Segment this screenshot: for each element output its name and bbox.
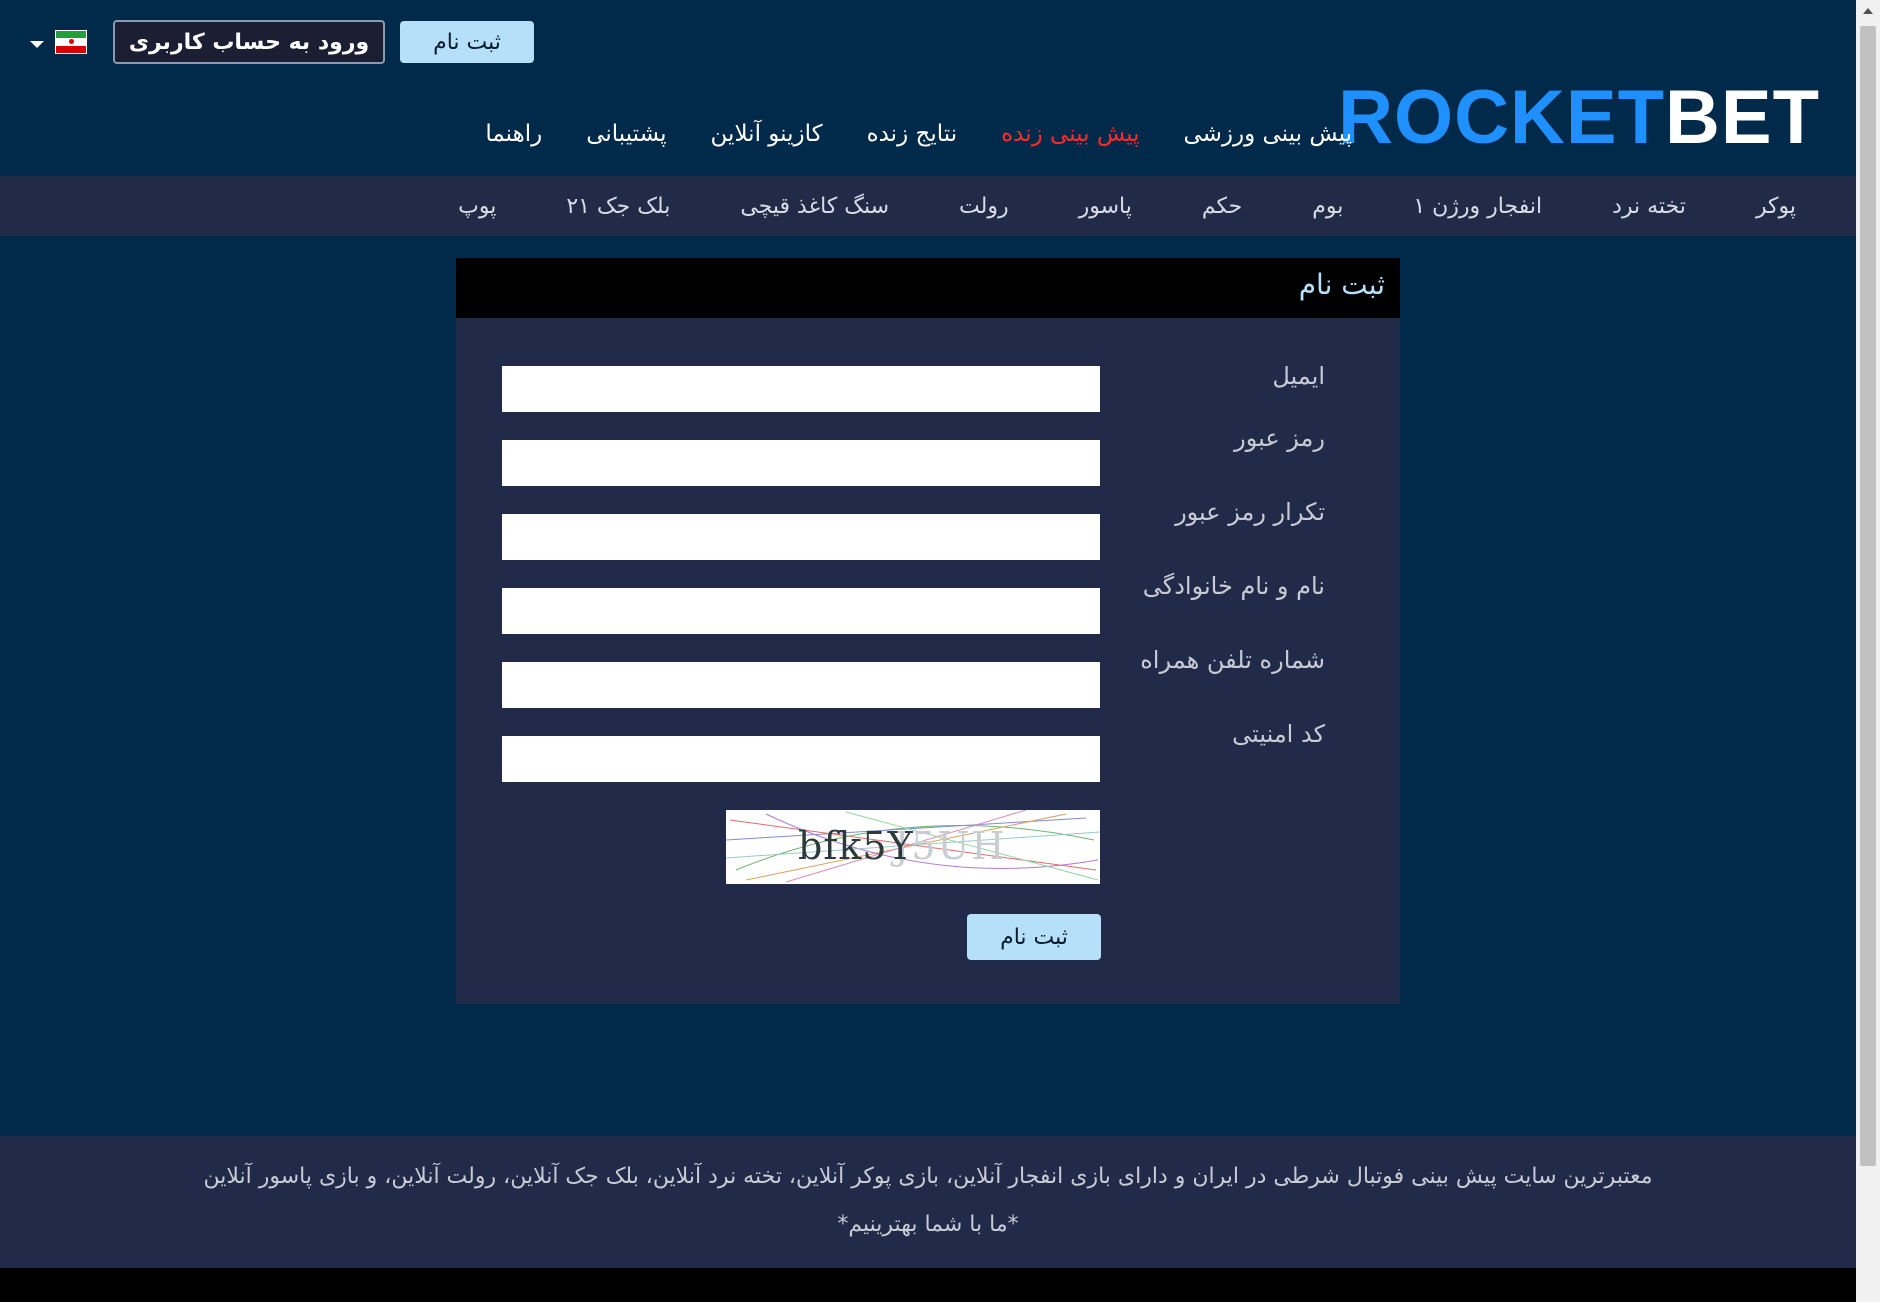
games-nav-blackjack[interactable]: بلک جک ۲۱ xyxy=(566,194,670,219)
rocketbet-logo[interactable]: ROCKETBET xyxy=(1338,80,1820,156)
footer-description: معتبرترین سایت پیش بینی فوتبال شرطی در ا… xyxy=(203,1164,1653,1189)
captcha-text: bfk5Y xyxy=(798,824,914,868)
main-nav: پیش بینی ورزشی پیش بینی زنده نتایج زنده … xyxy=(485,112,1352,156)
bottom-bar xyxy=(0,1268,1856,1302)
register-card-header: ثبت نام xyxy=(456,258,1400,318)
nav-online-casino[interactable]: کازینو آنلاین xyxy=(711,121,823,147)
nav-live-results[interactable]: نتایج زنده xyxy=(867,121,958,147)
nav-help[interactable]: راهنما xyxy=(485,121,542,147)
full-name-label: نام و نام خانوادگی xyxy=(1142,572,1325,600)
mobile-label: شماره تلفن همراه xyxy=(1140,646,1325,674)
games-nav-pasur[interactable]: پاسور xyxy=(1079,194,1132,219)
register-form: ایمیل رمز عبور تکرار رمز عبور نام و نام … xyxy=(456,318,1400,1004)
password-field[interactable] xyxy=(502,440,1100,486)
games-nav-roulette[interactable]: رولت xyxy=(959,194,1009,219)
email-field[interactable] xyxy=(502,366,1100,412)
games-nav: پوکر تخته نرد انفجار ورژن ۱ بوم حکم پاسو… xyxy=(0,176,1856,236)
games-nav-boom[interactable]: بوم xyxy=(1312,194,1343,219)
logo-text-bet: BET xyxy=(1665,75,1820,160)
login-button[interactable]: ورود به حساب کاربری xyxy=(113,20,385,64)
full-name-field[interactable] xyxy=(502,588,1100,634)
scroll-up-icon[interactable] xyxy=(1863,8,1873,14)
logo-text-rocket: ROCKET xyxy=(1338,75,1665,160)
submit-register-button[interactable]: ثبت نام xyxy=(967,914,1101,960)
games-nav-hokm[interactable]: حکم xyxy=(1202,194,1242,219)
games-nav-rock-paper-scissors[interactable]: سنگ کاغذ قیچی xyxy=(740,194,889,219)
password-confirm-label: تکرار رمز عبور xyxy=(1175,498,1325,526)
page-scrollbar[interactable] xyxy=(1856,0,1880,1302)
games-nav-poker[interactable]: پوکر xyxy=(1756,194,1796,219)
top-header: ورود به حساب کاربری ثبت نام ROCKETBET پی… xyxy=(0,0,1856,176)
captcha-image: J5UH bfk5Y xyxy=(726,810,1100,884)
iran-flag-icon xyxy=(55,30,87,54)
games-nav-backgammon[interactable]: تخته نرد xyxy=(1612,194,1686,219)
language-selector[interactable] xyxy=(26,28,92,58)
password-confirm-field[interactable] xyxy=(502,514,1100,560)
password-label: رمز عبور xyxy=(1234,424,1325,452)
nav-live-betting[interactable]: پیش بینی زنده xyxy=(1001,121,1139,147)
nav-support[interactable]: پشتیبانی xyxy=(586,121,666,147)
footer: معتبرترین سایت پیش بینی فوتبال شرطی در ا… xyxy=(0,1136,1856,1268)
games-nav-pop[interactable]: پوپ xyxy=(458,194,496,219)
email-label: ایمیل xyxy=(1272,362,1325,390)
scrollbar-thumb[interactable] xyxy=(1860,26,1876,1166)
footer-slogan: *ما با شما بهترینیم* xyxy=(837,1212,1019,1237)
register-button[interactable]: ثبت نام xyxy=(400,21,534,63)
games-nav-crash-v1[interactable]: انفجار ورژن ۱ xyxy=(1413,194,1542,219)
security-code-field[interactable] xyxy=(502,736,1100,782)
chevron-down-icon xyxy=(30,41,44,48)
security-code-label: کد امنیتی xyxy=(1232,720,1325,748)
register-title: ثبت نام xyxy=(1298,268,1385,301)
page: ورود به حساب کاربری ثبت نام ROCKETBET پی… xyxy=(0,0,1856,1302)
mobile-field[interactable] xyxy=(502,662,1100,708)
nav-sports-betting[interactable]: پیش بینی ورزشی xyxy=(1183,121,1352,147)
